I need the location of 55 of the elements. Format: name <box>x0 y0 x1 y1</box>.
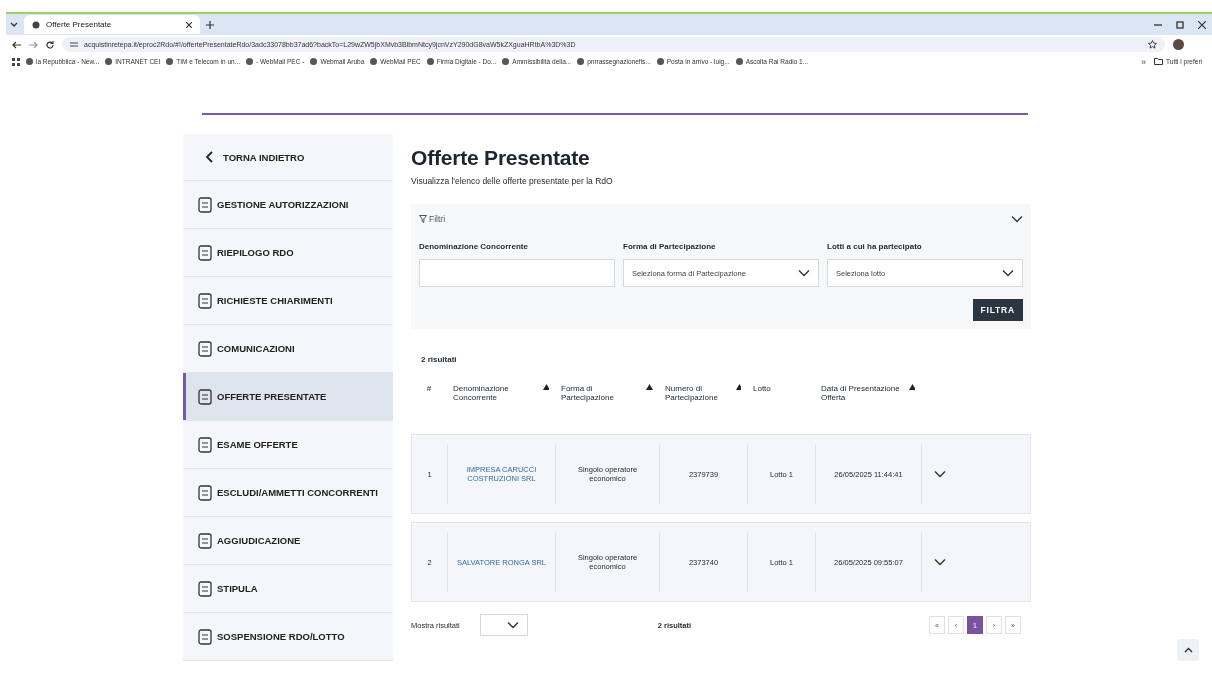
chevron-up-icon <box>1183 647 1193 653</box>
profile-avatar[interactable] <box>1173 39 1184 50</box>
column-header[interactable]: Numero di Partecipazione <box>665 384 741 402</box>
sidebar-item[interactable]: RICHIESTE CHIARIMENTI <box>183 277 393 325</box>
sort-icon[interactable] <box>646 384 653 390</box>
chevron-down-icon <box>506 621 519 629</box>
page-title: Offerte Presentate <box>411 146 590 170</box>
sort-icon[interactable] <box>543 384 549 390</box>
column-header[interactable]: Denominazione Concorrente <box>453 384 549 402</box>
new-tab-icon[interactable] <box>206 20 214 29</box>
chevron-down-icon <box>798 269 810 277</box>
sidebar-item[interactable]: OFFERTE PRESENTATE <box>183 373 393 421</box>
sidebar-item[interactable]: SOSPENSIONE RDO/LOTTO <box>183 613 393 661</box>
star-icon[interactable] <box>1148 40 1157 49</box>
close-icon[interactable] <box>1198 20 1206 29</box>
chevron-down-icon <box>1002 269 1014 277</box>
sort-icon[interactable] <box>909 384 915 390</box>
sidebar-item[interactable]: AGGIUDICAZIONE <box>183 517 393 565</box>
browser-tab[interactable]: Offerte Presentate <box>24 15 200 34</box>
field-label: Forma di Partecipazione <box>623 242 716 251</box>
document-icon <box>197 291 213 310</box>
sidebar-item[interactable]: STIPULA <box>183 565 393 613</box>
sidebar-item[interactable]: ESAME OFFERTE <box>183 421 393 469</box>
reload-icon[interactable] <box>46 40 54 49</box>
back-link[interactable]: TORNA INDIETRO <box>183 134 393 181</box>
more-bookmarks[interactable]: » <box>1141 56 1147 67</box>
sidebar-item[interactable]: GESTIONE AUTORIZZAZIONI <box>183 181 393 229</box>
column-header: Lotto <box>753 384 772 393</box>
filter-toggle[interactable]: Filtri <box>419 214 446 224</box>
tab-title: Offerte Presentate <box>46 20 113 29</box>
field-label: Denominazione Concorrente <box>419 242 528 251</box>
sort-icon[interactable] <box>735 384 741 390</box>
tab-list-icon[interactable] <box>10 21 18 28</box>
document-icon <box>197 435 213 454</box>
folder-icon <box>1154 58 1164 65</box>
column-header[interactable]: Forma di Partecipazione <box>561 384 653 402</box>
apps-icon[interactable] <box>12 57 20 66</box>
page-subtitle: Visualizza l'elenco delle offerte presentate per la RdO <box>411 176 613 186</box>
chevron-left-icon <box>205 151 213 163</box>
restore-icon[interactable] <box>1176 20 1184 29</box>
scroll-to-top-button[interactable] <box>1177 639 1199 661</box>
forward-icon[interactable] <box>29 40 38 49</box>
column-header: # <box>425 384 433 393</box>
document-icon <box>197 387 213 406</box>
close-icon[interactable] <box>186 21 192 28</box>
back-icon[interactable] <box>12 40 21 49</box>
text-field[interactable] <box>419 259 615 287</box>
sidebar-item[interactable]: COMUNICAZIONI <box>183 325 393 373</box>
results-count: 2 risultati <box>421 355 457 364</box>
funnel-icon <box>419 215 427 223</box>
sidebar-item[interactable]: RIEPILOGO RDO <box>183 229 393 277</box>
filter-button[interactable]: FILTRA <box>972 299 1023 321</box>
column-header[interactable]: Data di Presentazione Offerta <box>821 384 915 402</box>
field-label: Lotti a cui ha partecipato <box>827 242 922 251</box>
sidebar-item[interactable]: ESCLUDI/AMMETTI CONCORRENTI <box>183 469 393 517</box>
